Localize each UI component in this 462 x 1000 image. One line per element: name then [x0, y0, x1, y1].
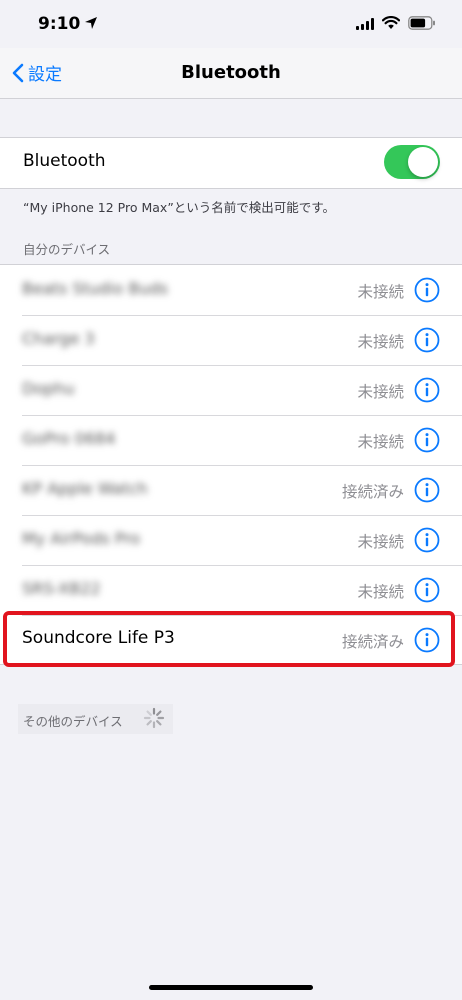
status-bar: 9:10 — [0, 0, 462, 48]
device-row[interactable]: SRS-XB22 未接続 — [0, 565, 462, 615]
device-status: 未接続 — [357, 333, 404, 351]
device-status: 未接続 — [357, 383, 404, 401]
device-name: KP Apple Watch — [22, 479, 148, 498]
status-time: 9:10 — [38, 14, 81, 34]
device-row[interactable]: GoPro 0684 未接続 — [0, 415, 462, 465]
my-devices-list: Beats Studio Buds 未接続 Charge 3 未接続 Dophu… — [0, 264, 462, 665]
other-devices-section: その他のデバイス — [18, 704, 173, 734]
device-name: SRS-XB22 — [22, 579, 101, 598]
bluetooth-label: Bluetooth — [23, 151, 106, 171]
info-icon[interactable] — [414, 577, 440, 603]
info-icon[interactable] — [414, 527, 440, 553]
page-title: Bluetooth — [181, 62, 281, 83]
device-name: My AirPods Pro — [22, 529, 141, 548]
device-name: Dophu — [22, 379, 75, 398]
location-arrow-icon — [85, 17, 97, 29]
info-icon[interactable] — [414, 377, 440, 403]
device-status: 未接続 — [357, 283, 404, 301]
loading-spinner-icon — [143, 707, 165, 729]
device-row[interactable]: Dophu 未接続 — [0, 365, 462, 415]
device-name: GoPro 0684 — [22, 429, 116, 448]
highlight-box — [3, 611, 455, 667]
info-icon[interactable] — [414, 277, 440, 303]
bluetooth-toggle[interactable] — [384, 145, 440, 179]
device-status: 未接続 — [357, 533, 404, 551]
device-row[interactable]: Charge 3 未接続 — [0, 315, 462, 365]
device-row[interactable]: KP Apple Watch 接続済み — [0, 465, 462, 515]
status-icons — [356, 16, 436, 30]
info-icon[interactable] — [414, 327, 440, 353]
cellular-signal-icon — [356, 17, 374, 30]
toggle-knob — [408, 147, 438, 177]
my-devices-header: 自分のデバイス — [23, 242, 111, 257]
device-row[interactable]: Beats Studio Buds 未接続 — [0, 265, 462, 315]
other-devices-header: その他のデバイス — [23, 714, 123, 729]
home-indicator[interactable] — [149, 985, 313, 990]
discoverable-note: “My iPhone 12 Pro Max”という名前で検出可能です。 — [23, 200, 336, 215]
wifi-icon — [382, 16, 400, 29]
info-icon[interactable] — [414, 477, 440, 503]
device-status: 未接続 — [357, 583, 404, 601]
device-name: Charge 3 — [22, 329, 95, 348]
device-name: Beats Studio Buds — [22, 279, 168, 298]
device-status: 接続済み — [341, 483, 404, 501]
device-row[interactable]: My AirPods Pro 未接続 — [0, 515, 462, 565]
navigation-bar: 設定 Bluetooth — [0, 48, 462, 99]
info-icon[interactable] — [414, 427, 440, 453]
battery-icon — [408, 16, 435, 30]
device-status: 未接続 — [357, 433, 404, 451]
bluetooth-toggle-row: Bluetooth — [0, 137, 462, 189]
